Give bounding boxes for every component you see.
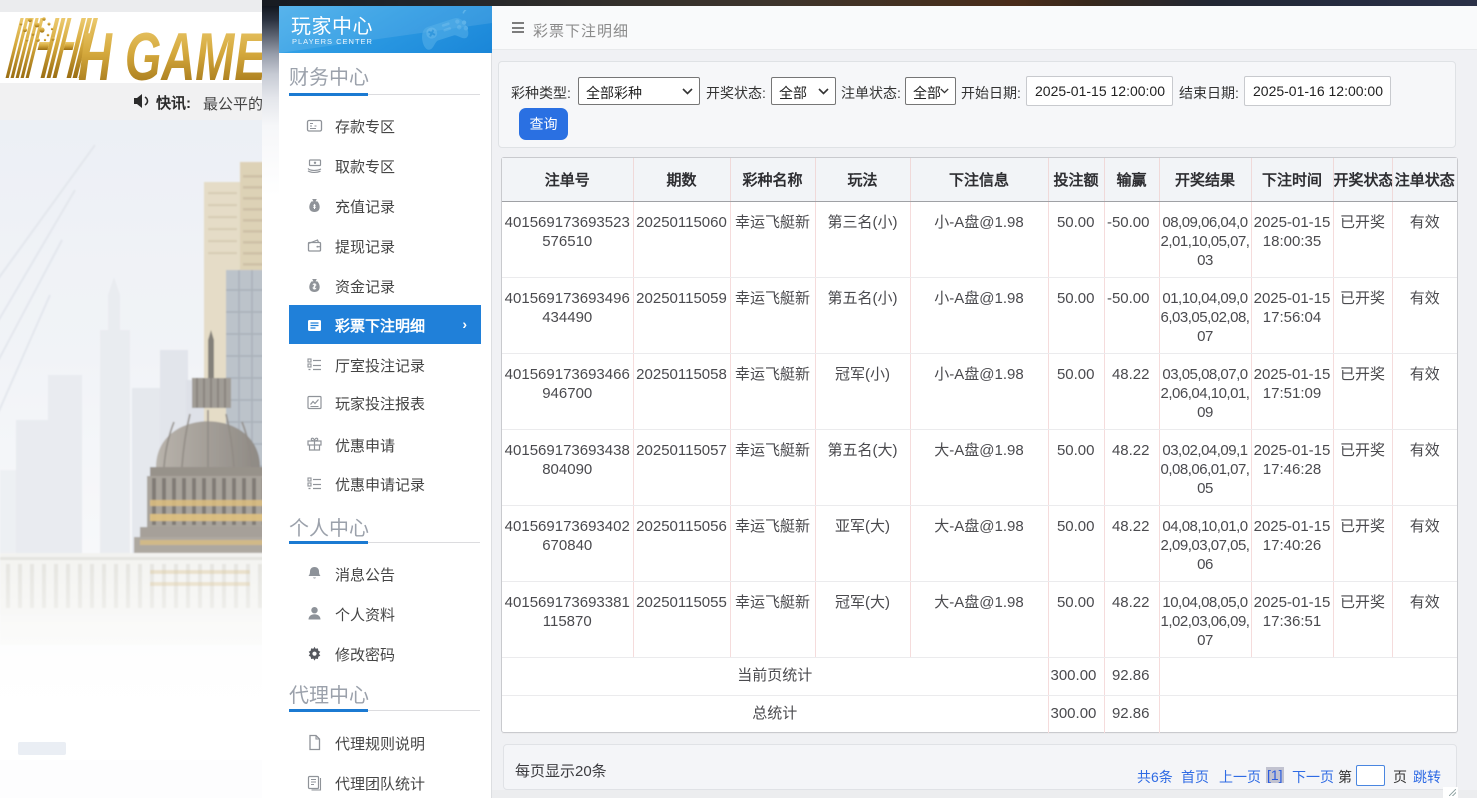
svg-text:H GAME: H GAME	[78, 19, 267, 83]
